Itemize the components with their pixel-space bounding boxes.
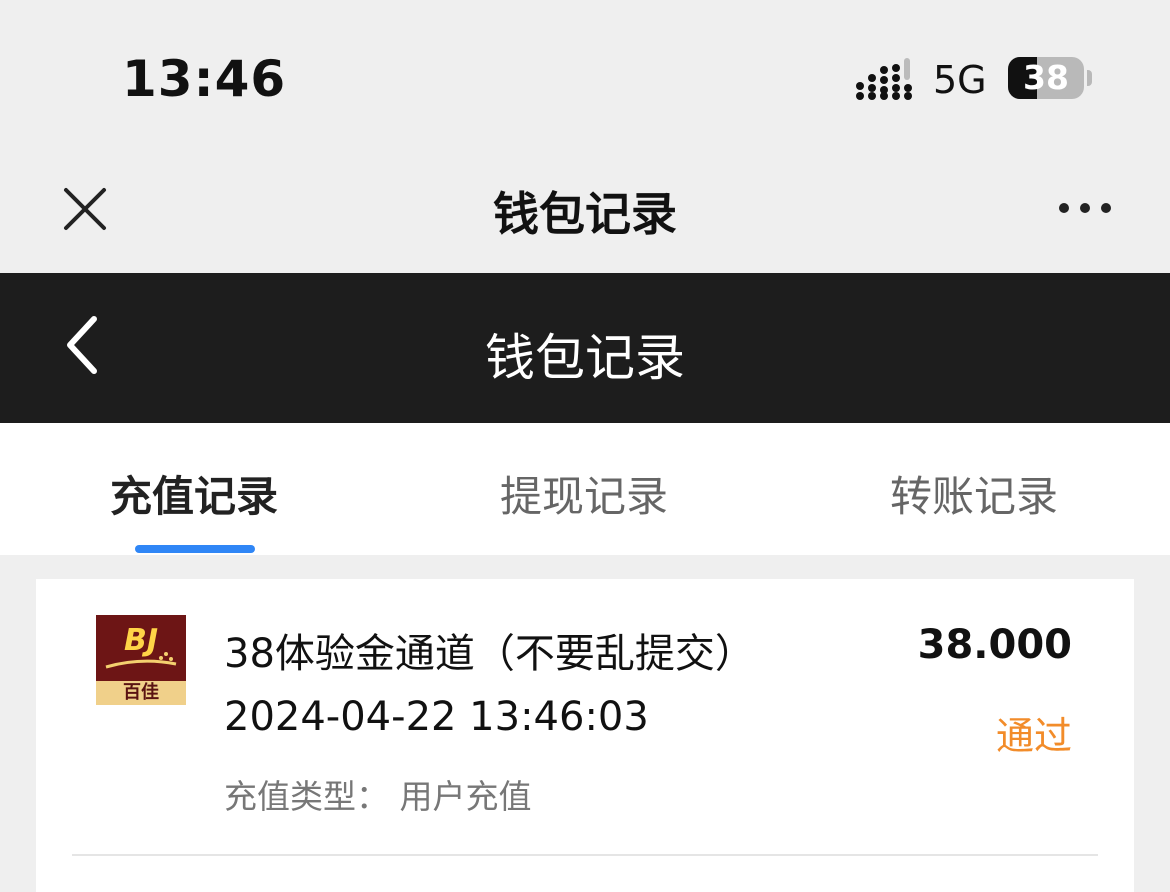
record-divider xyxy=(72,854,1098,856)
more-horizontal-icon xyxy=(1059,203,1111,213)
tab-transfer-records[interactable]: 转账记录 xyxy=(890,463,1058,524)
page-title: 钱包记录 xyxy=(485,329,685,387)
record-type-tabs: 充值记录 提现记录 转账记录 xyxy=(0,423,1170,555)
network-type: 5G xyxy=(933,58,987,102)
record-time: 2024-04-22 13:46:03 xyxy=(224,694,649,740)
logo-text: 百佳 xyxy=(123,682,159,703)
wallet-records-header: 钱包记录 xyxy=(0,273,1170,423)
webview-navigation-bar: 钱包记录 xyxy=(0,150,1170,273)
recharge-record-card[interactable]: BJ 百佳 38体验金通道（不要乱提交） 2024-04-22 13:46:03… xyxy=(36,579,1134,892)
webview-title: 钱包记录 xyxy=(493,187,677,241)
battery-cap xyxy=(1087,70,1092,86)
battery-indicator: 38 xyxy=(1008,57,1084,99)
record-title: 38体验金通道（不要乱提交） xyxy=(224,631,755,677)
status-bar: 13:46 5G 38 xyxy=(0,0,1170,150)
cellular-signal-icon xyxy=(856,58,916,100)
record-amount: 38.000 xyxy=(917,622,1072,668)
record-type: 充值类型： 用户充值 xyxy=(224,777,532,816)
status-time: 13:46 xyxy=(122,50,287,108)
active-tab-indicator xyxy=(135,545,255,553)
baijia-logo: BJ 百佳 xyxy=(96,615,186,705)
more-button[interactable] xyxy=(1052,195,1122,221)
record-status: 通过 xyxy=(995,714,1072,758)
tab-recharge-records[interactable]: 充值记录 xyxy=(110,463,278,524)
tab-withdrawal-records[interactable]: 提现记录 xyxy=(500,463,668,524)
battery-level: 38 xyxy=(1023,58,1069,97)
